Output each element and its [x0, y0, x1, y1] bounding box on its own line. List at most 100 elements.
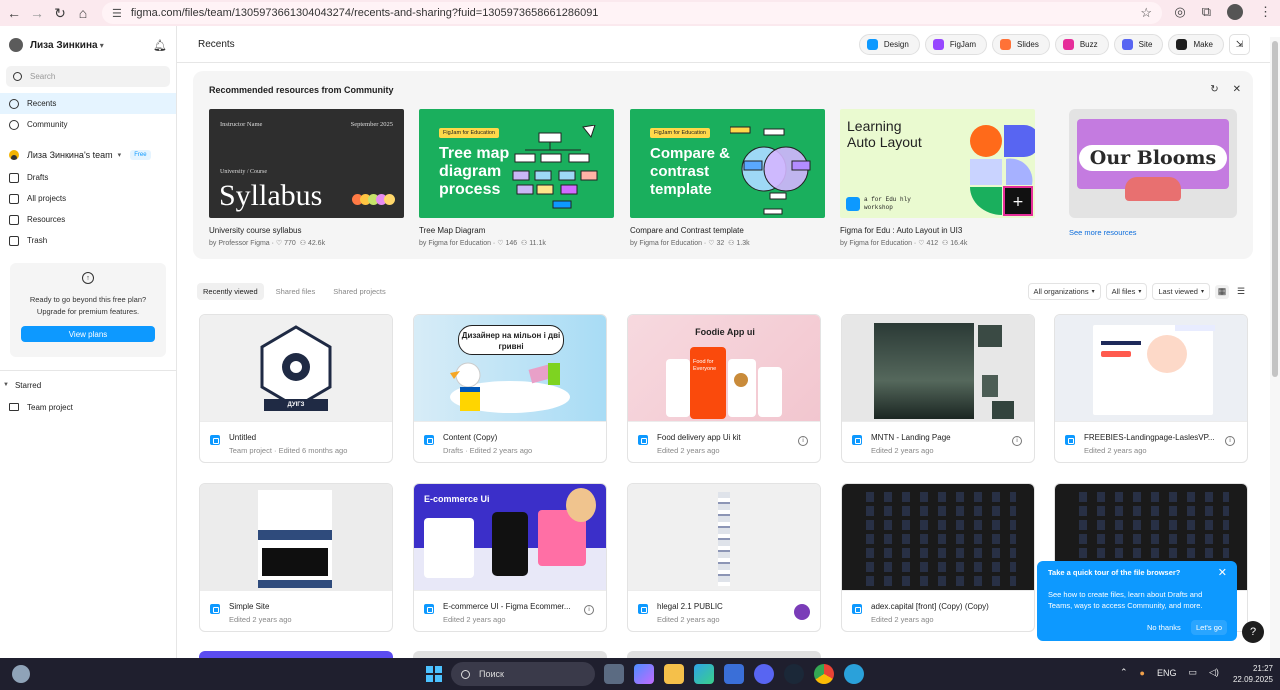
- tab-recently-viewed[interactable]: Recently viewed: [197, 283, 264, 300]
- file-card[interactable]: adex.capital [front] (Copy) (Copy) Edite…: [841, 483, 1035, 632]
- team-switcher[interactable]: Лиза Зинкина's team ▾ Free: [0, 143, 176, 167]
- sidebar-item-drafts[interactable]: Drafts: [0, 167, 176, 188]
- volume-icon[interactable]: ◁): [1209, 667, 1219, 678]
- organization-filter-dropdown[interactable]: All organizations: [1027, 283, 1101, 300]
- taskbar-clock[interactable]: 21:27 22.09.2025: [1227, 663, 1273, 685]
- file-thumbnail: [200, 484, 392, 591]
- file-card[interactable]: [627, 651, 821, 658]
- refresh-icon[interactable]: ↻: [1210, 84, 1218, 95]
- file-card[interactable]: [199, 651, 393, 658]
- profile-avatar[interactable]: [1227, 4, 1243, 20]
- copilot-icon[interactable]: [634, 664, 654, 684]
- network-icon[interactable]: ▭: [1189, 667, 1198, 678]
- info-icon[interactable]: i: [584, 605, 594, 615]
- close-icon[interactable]: ✕: [1233, 84, 1241, 95]
- new-site-button[interactable]: Site: [1113, 34, 1164, 55]
- info-icon[interactable]: i: [798, 436, 808, 446]
- weather-icon[interactable]: [12, 665, 30, 683]
- back-icon[interactable]: ←: [5, 4, 23, 22]
- microphone-icon[interactable]: ●: [1140, 668, 1145, 678]
- file-type-filter-dropdown[interactable]: All files: [1105, 283, 1148, 300]
- buzz-icon: [1062, 39, 1074, 50]
- goose-illustration: [450, 362, 570, 413]
- resource-card[interactable]: FigJam for Education Compare & contrast …: [630, 109, 825, 247]
- language-indicator[interactable]: ENG: [1157, 668, 1177, 678]
- sidebar-item-recents[interactable]: Recents: [0, 93, 176, 114]
- taskbar-search[interactable]: Поиск: [451, 662, 595, 686]
- file-card[interactable]: Foodie App ui Food for Everyone Food del…: [627, 314, 821, 463]
- windows-start-icon[interactable]: [426, 666, 442, 682]
- tab-shared-files[interactable]: Shared files: [270, 283, 322, 300]
- site-settings-icon[interactable]: ☰: [112, 7, 122, 20]
- home-icon[interactable]: ⌂: [74, 4, 92, 22]
- file-name: hlegal 2.1 PUBLIC: [657, 602, 723, 611]
- store-icon[interactable]: [724, 664, 744, 684]
- menu-icon[interactable]: ⋮: [1259, 4, 1272, 20]
- new-slides-button[interactable]: Slides: [992, 34, 1050, 55]
- view-plans-button[interactable]: View plans: [21, 326, 155, 342]
- new-design-button[interactable]: Design: [858, 34, 920, 55]
- search-input[interactable]: Search: [6, 66, 170, 87]
- notifications-bell-icon[interactable]: 🔔︎: [153, 39, 167, 52]
- file-explorer-icon[interactable]: [664, 664, 684, 684]
- community-resources-panel: Recommended resources from Community ↻ ✕…: [193, 71, 1253, 259]
- file-card[interactable]: ДУІГЗ Untitled Team project · Edited 6 m…: [199, 314, 393, 463]
- chrome-icon[interactable]: [814, 664, 834, 684]
- no-thanks-button[interactable]: No thanks: [1147, 623, 1181, 632]
- import-button[interactable]: ⇲: [1229, 34, 1250, 55]
- info-icon[interactable]: i: [1225, 436, 1235, 446]
- telegram-icon[interactable]: [844, 664, 864, 684]
- resource-card[interactable]: FigJam for Education Tree map diagram pr…: [419, 109, 614, 247]
- file-thumbnail: [842, 315, 1034, 422]
- scrollbar[interactable]: [1270, 37, 1280, 658]
- scrollbar-thumb[interactable]: [1272, 41, 1278, 377]
- sidebar-item-team-project[interactable]: Team project: [0, 397, 176, 417]
- resource-card[interactable]: Instructor Name September 2025 Universit…: [209, 109, 404, 247]
- clock-date: 22.09.2025: [1232, 675, 1273, 684]
- sort-dropdown[interactable]: Last viewed: [1152, 283, 1210, 300]
- info-icon[interactable]: i: [1012, 436, 1022, 446]
- sidebar-item-resources[interactable]: Resources: [0, 209, 176, 230]
- sidebar-item-trash[interactable]: Trash: [0, 230, 176, 251]
- chevron-up-icon[interactable]: ⌃: [1120, 667, 1128, 678]
- file-card[interactable]: Simple Site Edited 2 years ago: [199, 483, 393, 632]
- discord-icon[interactable]: [754, 664, 774, 684]
- steam-icon[interactable]: [784, 664, 804, 684]
- resource-meta: by Figma for Education · ♡ 412 ⚇ 16.4k: [840, 240, 968, 247]
- file-card[interactable]: E-commerce Ui E-commerce UI - Figma Ecom…: [413, 483, 607, 632]
- translate-icon[interactable]: ◎: [1174, 4, 1185, 20]
- sidebar-item-all-projects[interactable]: All projects: [0, 188, 176, 209]
- more-resources-thumbnail[interactable]: Our Blooms: [1069, 109, 1237, 218]
- edge-icon[interactable]: [694, 664, 714, 684]
- account-switcher[interactable]: Лиза Зинкина 🔔︎: [0, 26, 176, 64]
- forward-icon[interactable]: →: [28, 4, 46, 22]
- bookmark-star-icon[interactable]: ☆: [1140, 5, 1152, 21]
- task-view-icon[interactable]: [604, 664, 624, 684]
- file-card[interactable]: MNTN - Landing Page Edited 2 years ago i: [841, 314, 1035, 463]
- close-icon[interactable]: ✕: [1218, 566, 1227, 579]
- globe-icon: [9, 119, 19, 130]
- avatar: [9, 38, 23, 52]
- file-card[interactable]: [413, 651, 607, 658]
- thumb-text: E-commerce Ui: [424, 494, 490, 504]
- product-label: Design: [883, 40, 909, 49]
- starred-section-toggle[interactable]: ▼ Starred: [0, 375, 176, 395]
- file-card[interactable]: hlegal 2.1 PUBLIC Edited 2 years ago: [627, 483, 821, 632]
- file-card[interactable]: Дизайнер на мільон і дві гривні Content …: [413, 314, 607, 463]
- tab-shared-projects[interactable]: Shared projects: [327, 283, 392, 300]
- new-figjam-button[interactable]: FigJam: [924, 34, 988, 55]
- reload-icon[interactable]: ↻: [51, 4, 69, 22]
- help-button[interactable]: ?: [1242, 621, 1264, 643]
- file-card[interactable]: FREEBIES-Landingpage-LaslesVP... Edited …: [1054, 314, 1248, 463]
- new-buzz-button[interactable]: Buzz: [1054, 34, 1109, 55]
- address-bar[interactable]: ☰ figma.com/files/team/13059736613040432…: [102, 2, 1162, 24]
- list-view-icon[interactable]: ☰: [1234, 285, 1248, 299]
- extensions-icon[interactable]: ⧉: [1202, 4, 1211, 20]
- clock-icon: [9, 98, 19, 109]
- resource-card[interactable]: Learning Auto Layout a for Edu hly works…: [840, 109, 1035, 247]
- see-more-resources-link[interactable]: See more resources: [1069, 228, 1137, 237]
- sidebar-item-community[interactable]: Community: [0, 114, 176, 135]
- new-make-button[interactable]: Make: [1168, 34, 1224, 55]
- grid-view-icon[interactable]: ▦: [1215, 284, 1229, 299]
- lets-go-button[interactable]: Let's go: [1191, 620, 1228, 635]
